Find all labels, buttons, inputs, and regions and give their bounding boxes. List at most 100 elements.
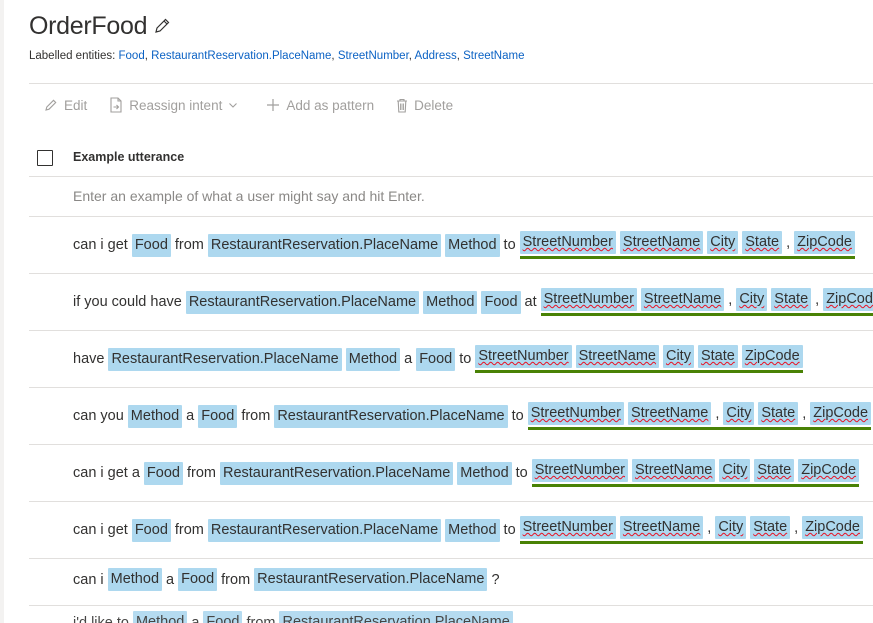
entity-chip[interactable]: Food	[178, 568, 218, 591]
entity-chip[interactable]: ZipCode	[741, 345, 803, 368]
utterance-row[interactable]: if you could have RestaurantReservation.P…	[29, 274, 873, 331]
utterance-row[interactable]: can i get a Food from RestaurantReservation…	[29, 445, 873, 502]
entity-chip[interactable]: ZipCode	[810, 402, 872, 425]
utterance-word: from	[174, 237, 204, 253]
entity-label: Food	[131, 518, 171, 542]
utterance-row[interactable]: can you Method a Food from RestaurantReservat…	[29, 388, 873, 445]
entity-chip[interactable]: Method	[445, 233, 500, 257]
entity-chip[interactable]: StreetName	[619, 231, 704, 254]
delete-button[interactable]: Delete	[396, 98, 453, 113]
entity-chip[interactable]: RestaurantReservation.PlaceName	[108, 347, 342, 371]
edit-button[interactable]: Edit	[44, 98, 87, 113]
entity-chip[interactable]: Food	[198, 404, 238, 428]
utterance-row[interactable]: can i get Food from RestaurantReservation.P…	[29, 502, 873, 559]
entity-chip[interactable]: StreetNumber	[540, 288, 637, 311]
composite-entity-group[interactable]: StreetNumberStreetName,CityState,ZipCode	[527, 402, 872, 430]
entity-chip[interactable]: RestaurantReservation.PlaceName	[254, 568, 488, 591]
utterance-input[interactable]	[67, 184, 839, 208]
utterance-word: from	[186, 465, 216, 481]
utterance-word: can you	[73, 408, 124, 424]
entity-chip[interactable]: RestaurantReservation.PlaceName	[185, 290, 420, 314]
entity-label: City	[707, 231, 739, 254]
entity-chip[interactable]: RestaurantReservation.PlaceName	[279, 611, 513, 623]
entity-chip[interactable]: Food	[481, 290, 521, 314]
entity-chip[interactable]: StreetNumber	[531, 459, 628, 482]
entity-chip[interactable]: Method	[345, 347, 401, 371]
entity-chip[interactable]: City	[736, 288, 768, 311]
labelled-entity-link[interactable]: StreetNumber	[338, 50, 409, 62]
entity-label: StreetName	[627, 402, 712, 425]
entity-chip[interactable]: Method	[445, 518, 500, 542]
entity-chip[interactable]: State	[742, 231, 783, 254]
entity-chip[interactable]: Food	[203, 611, 243, 623]
entity-chip[interactable]: Method	[107, 568, 163, 591]
entity-chip[interactable]: RestaurantReservation.PlaceName	[207, 233, 442, 257]
labelled-entity-link[interactable]: Address	[415, 50, 457, 62]
labelled-entity-link[interactable]: StreetName	[463, 50, 524, 62]
entity-label: State	[758, 402, 799, 425]
composite-entity-group[interactable]: StreetNumber StreetName City State ZipCode	[531, 459, 860, 487]
pencil-icon[interactable]	[153, 17, 171, 35]
trash-icon	[397, 98, 408, 113]
entity-chip[interactable]: StreetNumber	[527, 402, 624, 425]
entity-label: StreetNumber	[519, 516, 616, 539]
utterance-row[interactable]: can i get Food from RestaurantReservation.P…	[29, 217, 873, 274]
entity-chip[interactable]: State	[697, 345, 738, 368]
add-as-pattern-button[interactable]: Add as pattern	[266, 98, 374, 113]
entity-chip[interactable]: State	[750, 516, 791, 539]
composite-entity-group[interactable]: StreetNumberStreetName,CityState,ZipCode	[540, 288, 873, 316]
reassign-intent-button[interactable]: Reassign intent	[109, 97, 244, 113]
utterance-row[interactable]: have RestaurantReservation.PlaceName Metho…	[29, 331, 873, 388]
entity-chip[interactable]: StreetName	[632, 459, 716, 482]
utterance-text: if you could have RestaurantReservation.P…	[73, 288, 873, 316]
entity-chip[interactable]: StreetName	[575, 345, 659, 368]
utterance-row[interactable]: can i Method a Food from RestaurantReservatio…	[29, 559, 873, 606]
entity-chip[interactable]: Method	[132, 611, 188, 623]
entity-chip[interactable]: City	[715, 516, 747, 539]
select-all-checkbox[interactable]	[37, 150, 53, 166]
composite-entity-group[interactable]: StreetNumberStreetName,CityState,ZipCode	[519, 516, 863, 544]
labelled-entity-link[interactable]: RestaurantReservation.PlaceName	[151, 50, 331, 62]
entity-chip[interactable]: City	[662, 345, 694, 368]
entity-chip[interactable]: City	[719, 459, 751, 482]
utterance-word: to	[459, 351, 472, 367]
entity-chip[interactable]: Food	[131, 233, 171, 257]
labelled-entity-link[interactable]: Food	[119, 50, 145, 62]
entity-chip[interactable]: StreetName	[627, 402, 712, 425]
entity-chip[interactable]: ZipCode	[794, 231, 855, 254]
entity-chip[interactable]: RestaurantReservation.PlaceName	[219, 461, 454, 485]
entity-chip[interactable]: Method	[457, 461, 512, 485]
utterance-text: can i get Food from RestaurantReservation.P…	[73, 231, 859, 259]
entity-chip[interactable]: StreetName	[619, 516, 704, 539]
entity-chip[interactable]: State	[771, 288, 812, 311]
entity-label: Method	[132, 611, 188, 623]
utterance-word: from	[246, 614, 276, 623]
entity-label: StreetNumber	[531, 459, 628, 482]
composite-entity-group[interactable]: StreetNumber StreetName City State, ZipCode	[519, 231, 855, 259]
entity-chip[interactable]: ZipCode	[802, 516, 863, 539]
entity-chip[interactable]: StreetNumber	[475, 345, 572, 368]
entity-chip[interactable]: Method	[423, 290, 478, 314]
entity-chip[interactable]: Food	[143, 461, 183, 485]
entity-chip[interactable]: StreetNumber	[519, 516, 616, 539]
composite-entity-group[interactable]: StreetNumber StreetName City State ZipCode	[475, 345, 803, 373]
entity-chip[interactable]: StreetNumber	[519, 231, 616, 254]
entity-chip[interactable]: RestaurantReservation.PlaceName	[207, 518, 442, 542]
entity-label: RestaurantReservation.PlaceName	[108, 347, 342, 371]
utterance-row-partial: i'd like to Method a Food from RestaurantRese…	[29, 605, 873, 623]
entity-label: StreetNumber	[540, 288, 637, 311]
entity-chip[interactable]: RestaurantReservation.PlaceName	[274, 404, 508, 428]
entity-chip[interactable]: City	[707, 231, 739, 254]
entity-chip[interactable]: State	[758, 402, 799, 425]
entity-chip[interactable]: Food	[416, 347, 456, 371]
composite-entity-underline	[527, 427, 872, 430]
entity-chip[interactable]: ZipCode	[823, 288, 873, 311]
divider	[29, 83, 873, 84]
entity-chip[interactable]: StreetName	[640, 288, 725, 311]
entity-chip[interactable]: City	[723, 402, 755, 425]
entity-label: Food	[131, 233, 171, 257]
entity-chip[interactable]: Food	[131, 518, 171, 542]
entity-chip[interactable]: ZipCode	[798, 459, 860, 482]
entity-chip[interactable]: Method	[127, 404, 183, 428]
entity-chip[interactable]: State	[754, 459, 795, 482]
